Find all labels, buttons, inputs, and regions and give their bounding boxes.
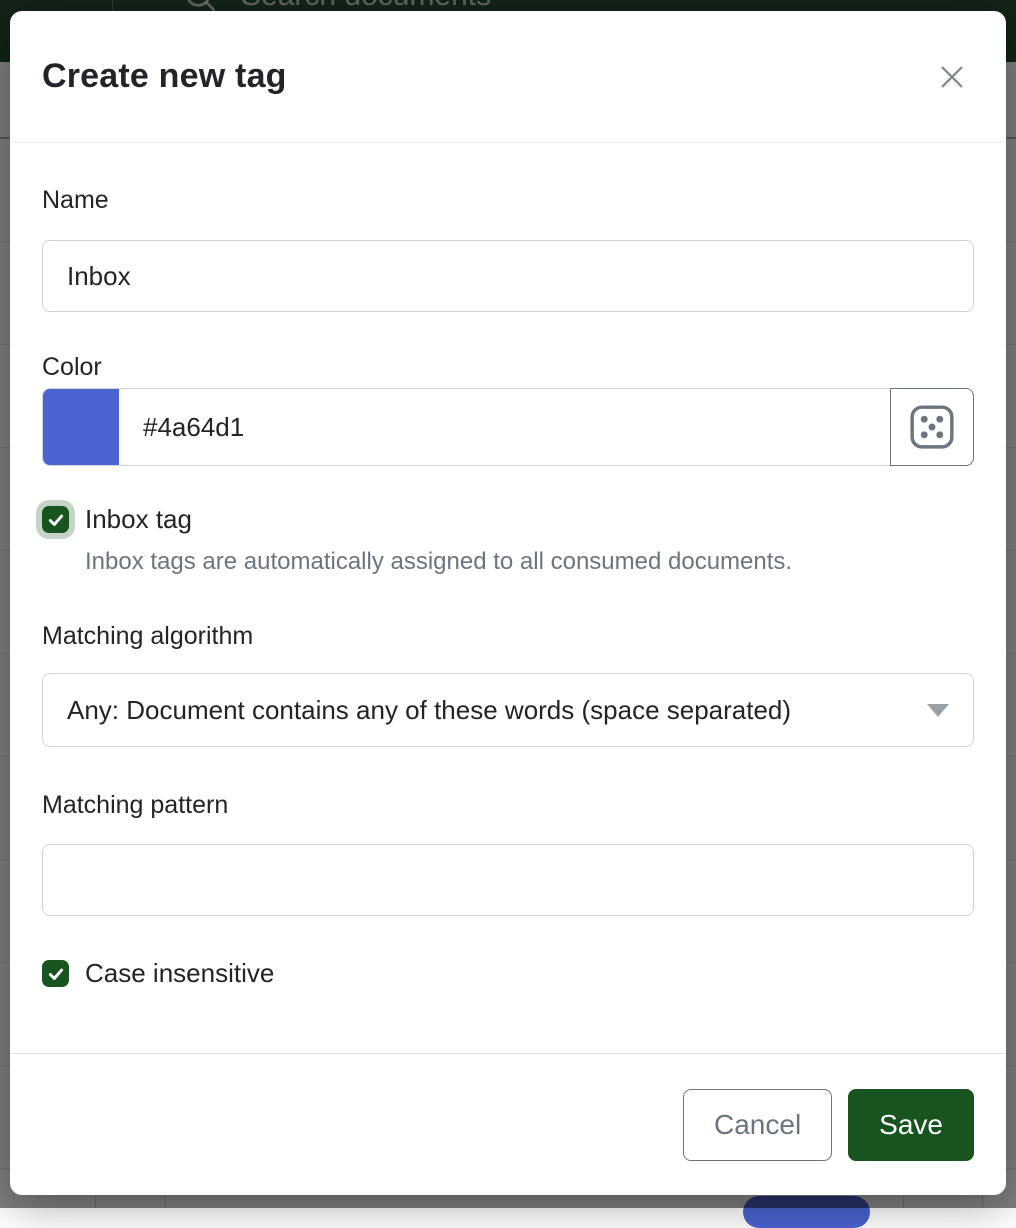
- inbox-tag-help: Inbox tags are automatically assigned to…: [85, 548, 974, 576]
- name-label: Name: [42, 186, 974, 215]
- matching-algorithm-value: Any: Document contains any of these word…: [67, 695, 791, 726]
- modal-body: Name Color: [10, 143, 1006, 989]
- check-icon: [47, 511, 65, 529]
- chevron-down-icon: [927, 704, 949, 717]
- random-color-button[interactable]: [890, 388, 974, 466]
- matching-pattern-label: Matching pattern: [42, 791, 974, 820]
- matching-algorithm-label: Matching algorithm: [42, 622, 974, 651]
- create-tag-modal: Create new tag Name Color: [10, 11, 1006, 1195]
- modal-header: Create new tag: [10, 11, 1006, 143]
- cancel-button[interactable]: Cancel: [683, 1089, 832, 1161]
- color-hex-input[interactable]: [119, 389, 890, 465]
- name-input[interactable]: [42, 240, 974, 312]
- inbox-tag-label: Inbox tag: [85, 504, 192, 535]
- inbox-tag-row: Inbox tag: [42, 504, 974, 535]
- color-input-group: [42, 388, 974, 466]
- color-swatch: [43, 389, 119, 465]
- dice-icon: [909, 404, 955, 450]
- case-insensitive-label: Case insensitive: [85, 958, 274, 989]
- modal-title: Create new tag: [42, 57, 287, 96]
- modal-footer: Cancel Save: [10, 1053, 1006, 1195]
- matching-pattern-input[interactable]: [42, 844, 974, 916]
- close-icon: [936, 61, 968, 93]
- case-insensitive-row: Case insensitive: [42, 958, 974, 989]
- check-icon: [47, 965, 65, 983]
- save-button[interactable]: Save: [848, 1089, 974, 1161]
- matching-algorithm-select[interactable]: Any: Document contains any of these word…: [42, 673, 974, 747]
- case-insensitive-checkbox[interactable]: [42, 960, 69, 987]
- inbox-tag-checkbox[interactable]: [42, 506, 69, 533]
- close-button[interactable]: [930, 55, 974, 99]
- color-label: Color: [42, 353, 974, 382]
